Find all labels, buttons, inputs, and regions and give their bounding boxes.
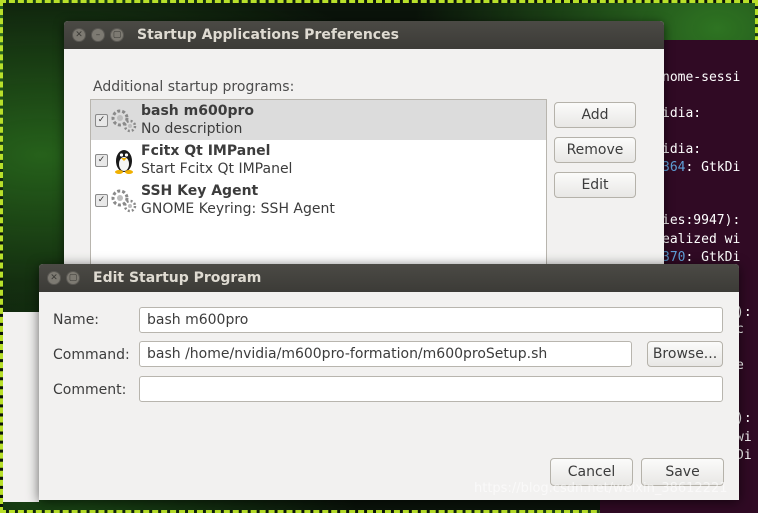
window-title: Startup Applications Preferences [137,27,399,43]
minimize-icon[interactable]: – [91,28,105,42]
list-item[interactable]: ✓ bash m600pro No description [91,100,546,140]
list-item[interactable]: ✓ SSH Key Agent GNOME Keyring: SSH Agent [91,180,546,220]
startup-window-titlebar[interactable]: ✕ – ▢ Startup Applications Preferences [64,21,664,49]
section-label: Additional startup programs: [93,79,295,95]
comment-field[interactable] [139,376,723,402]
maximize-icon[interactable]: ▢ [110,28,124,42]
comment-label: Comment: [53,382,127,398]
gears-icon [111,109,137,133]
dialog-title: Edit Startup Program [93,270,262,286]
terminal-line: ealized wi [662,232,741,247]
program-description: Start Fcitx Qt IMPanel [141,161,293,177]
browse-button[interactable]: Browse... [647,341,723,367]
terminal-line: idia: [662,106,702,121]
program-name: SSH Key Agent [141,183,259,199]
enabled-checkbox[interactable]: ✓ [95,194,108,207]
command-label: Command: [53,347,130,363]
background-window-edge [3,312,39,502]
list-item[interactable]: ✓ Fcitx Qt IMPanel Start Fcitx Qt IMPane… [91,140,546,180]
enabled-checkbox[interactable]: ✓ [95,114,108,127]
program-name: bash m600pro [141,103,254,119]
terminal-line: idia: [662,142,702,157]
edit-button[interactable]: Edit [554,172,636,198]
terminal-line: nome-sessi [662,70,741,85]
terminal-line: 364: GtkDi [662,160,740,175]
close-icon[interactable]: ✕ [47,271,61,285]
watermark-text: https://blog.csdn.net/weixin_38612221 [474,481,728,496]
tux-penguin-icon [115,150,133,174]
maximize-icon[interactable]: ▢ [66,271,80,285]
add-button[interactable]: Add [554,102,636,128]
program-name: Fcitx Qt IMPanel [141,143,271,159]
edit-startup-program-dialog: ✕ ▢ Edit Startup Program Name: bash m600… [39,264,739,500]
name-label: Name: [53,312,100,328]
startup-applications-window: ✕ – ▢ Startup Applications Preferences A… [64,21,664,271]
enabled-checkbox[interactable]: ✓ [95,154,108,167]
terminal-line-number: 370 [662,250,686,265]
terminal-line: ies:9947): [662,213,741,228]
terminal-line-text: : GtkDi [685,160,741,175]
program-description: No description [141,121,243,137]
command-field[interactable]: bash /home/nvidia/m600pro-formation/m600… [139,341,632,367]
dialog-titlebar[interactable]: ✕ ▢ Edit Startup Program [39,264,739,292]
name-field[interactable]: bash m600pro [139,307,723,333]
terminal-line-text: : GtkDi [685,250,741,265]
gears-icon [111,189,137,213]
terminal-line-number: 364 [662,160,686,175]
remove-button[interactable]: Remove [554,137,636,163]
terminal-line: 370: GtkDi [662,250,740,265]
program-description: GNOME Keyring: SSH Agent [141,201,335,217]
startup-program-list[interactable]: ✓ bash m600pro No description ✓ Fcitx Qt… [90,99,547,271]
close-icon[interactable]: ✕ [72,28,86,42]
